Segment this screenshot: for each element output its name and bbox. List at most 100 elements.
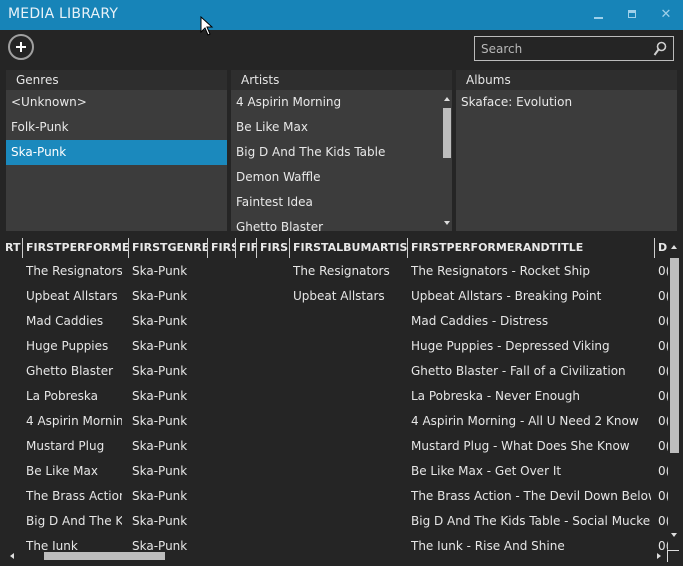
scroll-left-arrow-icon[interactable]: [10, 553, 14, 559]
artist-item[interactable]: Be Like Max: [231, 115, 452, 140]
cell-performer-and-title: Upbeat Allstars - Breaking Point: [411, 289, 602, 303]
grid-vertical-scrollbar[interactable]: [668, 238, 680, 550]
table-row[interactable]: La Pobreska Ska-Punk La Pobreska - Never E…: [0, 384, 668, 409]
artist-item[interactable]: 4 Aspirin Morning: [231, 90, 452, 115]
grid-horizontal-scrollbar[interactable]: [0, 550, 668, 562]
scroll-down-arrow-icon[interactable]: [444, 221, 450, 225]
cell-performer-and-title: La Pobreska - Never Enough: [411, 389, 580, 403]
minimize-button[interactable]: [589, 6, 609, 24]
cell-first-performer: Mad Caddies: [26, 314, 104, 328]
column-header[interactable]: FIRSTPERFORMER: [22, 238, 128, 258]
search-input[interactable]: [475, 37, 651, 60]
cell-first-genre: Ska-Punk: [132, 264, 188, 278]
cell-performer-and-title: Mad Caddies - Distress: [411, 314, 549, 328]
grid-body: The Resignators Ska-Punk The Resignators Th…: [0, 259, 668, 550]
cell-performer-and-title: 4 Aspirin Morning - All U Need 2 Know: [411, 414, 639, 428]
scrollbar-thumb[interactable]: [670, 258, 679, 453]
close-button[interactable]: ✕: [656, 6, 676, 24]
minimize-icon: [594, 17, 603, 19]
cell-first-performer: Mustard Plug: [26, 439, 105, 453]
cell-performer-and-title: Mustard Plug - What Does She Know: [411, 439, 630, 453]
table-row[interactable]: Upbeat Allstars Ska-Punk Upbeat Allstars Up…: [0, 284, 668, 309]
scroll-down-arrow-icon[interactable]: [671, 533, 677, 537]
cell-d: 0(: [658, 289, 668, 303]
cell-first-album-artist: [293, 334, 405, 359]
genre-item[interactable]: Folk-Punk: [6, 115, 227, 140]
cell-first-genre: Ska-Punk: [132, 414, 188, 428]
cell-first-performer: The Junk: [26, 539, 78, 550]
grid-header: RT FIRSTPERFORMER FIRSTGENRE FIRS FIF FI…: [0, 238, 668, 258]
column-header[interactable]: FIRSTALBUMARTIST: [289, 238, 407, 258]
cell-first-performer: 4 Aspirin Morning: [26, 414, 122, 428]
artists-list: 4 Aspirin Morning Be Like Max Big D And …: [231, 90, 452, 231]
cell-first-genre: Ska-Punk: [132, 389, 188, 403]
artist-item[interactable]: Faintest Idea: [231, 190, 452, 215]
cell-first-album-artist: [293, 309, 405, 334]
table-row[interactable]: Huge Puppies Ska-Punk Huge Puppies - Depre…: [0, 334, 668, 359]
column-header[interactable]: FIRSTPERFORMERANDTITLE: [407, 238, 654, 258]
artists-scrollbar[interactable]: [442, 90, 452, 231]
column-header[interactable]: FIRSTGENRE: [128, 238, 207, 258]
cell-d: 0(: [658, 314, 668, 328]
albums-panel: Albums Skaface: Evolution: [456, 70, 677, 231]
maximize-button[interactable]: [623, 6, 643, 24]
table-row[interactable]: Be Like Max Ska-Punk Be Like Max - Get Ove…: [0, 459, 668, 484]
cell-first-genre: Ska-Punk: [132, 289, 188, 303]
scrollbar-thumb[interactable]: [44, 552, 165, 560]
column-header[interactable]: RT: [0, 238, 22, 258]
table-row[interactable]: Mustard Plug Ska-Punk Mustard Plug - What …: [0, 434, 668, 459]
artist-item[interactable]: Demon Waffle: [231, 165, 452, 190]
cell-first-genre: Ska-Punk: [132, 339, 188, 353]
mouse-cursor-icon: [200, 16, 214, 36]
cell-first-album-artist: The Resignators: [293, 264, 390, 278]
resize-grip-icon[interactable]: [667, 550, 679, 562]
table-row[interactable]: Ghetto Blaster Ska-Punk Ghetto Blaster - F…: [0, 359, 668, 384]
cell-d: 0(: [658, 489, 668, 503]
albums-list: Skaface: Evolution: [456, 90, 677, 231]
column-header[interactable]: FIRS: [256, 238, 289, 258]
cell-first-album-artist: [293, 484, 405, 509]
cell-first-album-artist: [293, 434, 405, 459]
cell-d: 0(: [658, 364, 668, 378]
cell-first-performer: Ghetto Blaster: [26, 364, 114, 378]
scroll-up-arrow-icon[interactable]: [444, 97, 450, 101]
close-icon: ✕: [660, 7, 672, 22]
artist-item[interactable]: Ghetto Blaster: [231, 215, 452, 231]
add-button[interactable]: [8, 34, 34, 60]
genres-header: Genres: [6, 70, 227, 90]
cell-first-album-artist: [293, 384, 405, 409]
column-header[interactable]: D: [654, 238, 668, 258]
column-header[interactable]: FIRS: [207, 238, 235, 258]
cell-d: 0(: [658, 539, 668, 550]
cell-d: 0(: [658, 264, 668, 278]
table-row[interactable]: The Brass Action Ska-Punk The Brass Action…: [0, 484, 668, 509]
cell-d: 0(: [658, 414, 668, 428]
search-box[interactable]: [474, 36, 674, 61]
cell-first-genre: Ska-Punk: [132, 514, 188, 528]
search-icon[interactable]: [653, 41, 667, 57]
cell-first-performer: Big D And The Kids Table: [26, 514, 122, 528]
cell-performer-and-title: Big D And The Kids Table - Social Mucker…: [411, 514, 651, 528]
cell-first-genre: Ska-Punk: [132, 439, 188, 453]
table-row[interactable]: The Resignators Ska-Punk The Resignators Th…: [0, 259, 668, 284]
table-row[interactable]: 4 Aspirin Morning Ska-Punk 4 Aspirin Morni…: [0, 409, 668, 434]
cell-first-album-artist: [293, 409, 405, 434]
artist-item[interactable]: Big D And The Kids Table: [231, 140, 452, 165]
cell-first-genre: Ska-Punk: [132, 539, 188, 550]
scrollbar-thumb[interactable]: [443, 108, 451, 158]
table-row[interactable]: Big D And The Kids Table Ska-Punk Big D An…: [0, 509, 668, 534]
genre-item-selected[interactable]: Ska-Punk: [6, 140, 227, 165]
cell-performer-and-title: The Brass Action - The Devil Down Below: [411, 489, 651, 503]
genre-item[interactable]: <Unknown>: [6, 90, 227, 115]
cell-first-performer: La Pobreska: [26, 389, 99, 403]
cell-first-album-artist: [293, 459, 405, 484]
table-row[interactable]: The Junk Ska-Punk The Junk - Rise And Shin…: [0, 534, 668, 550]
scroll-up-arrow-icon[interactable]: [671, 245, 677, 249]
table-row[interactable]: Mad Caddies Ska-Punk Mad Caddies - Distres…: [0, 309, 668, 334]
album-item[interactable]: Skaface: Evolution: [456, 90, 677, 115]
column-header[interactable]: FIF: [235, 238, 256, 258]
maximize-icon: [628, 10, 636, 18]
cell-first-performer: Upbeat Allstars: [26, 289, 118, 303]
cell-d: 0(: [658, 389, 668, 403]
scroll-right-arrow-icon[interactable]: [657, 553, 661, 559]
